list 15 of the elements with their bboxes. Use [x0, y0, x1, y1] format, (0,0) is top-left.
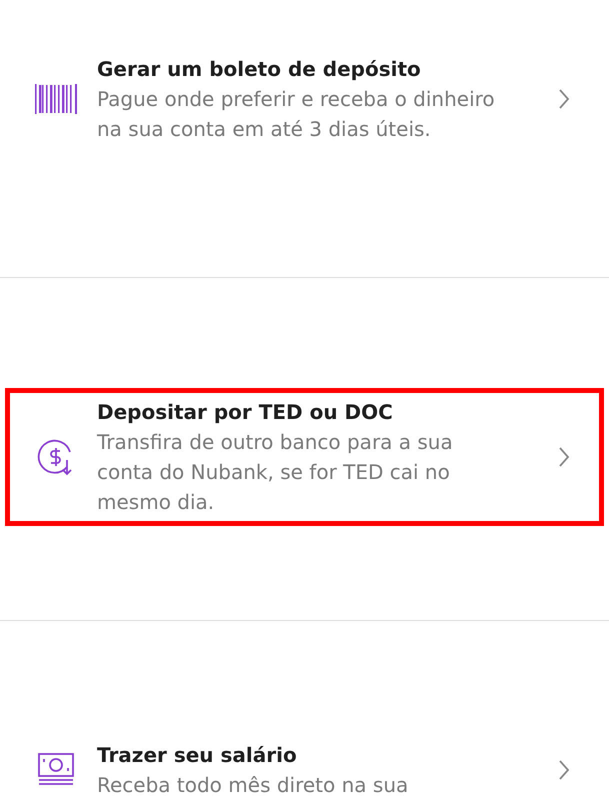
- option-title: Trazer seu salário: [97, 742, 298, 769]
- option-row[interactable]: Trazer seu salário Receba todo mês direto na sua: [5, 731, 604, 809]
- barcode-icon: [34, 84, 76, 114]
- banknote-icon: [38, 753, 74, 787]
- option-description: Receba todo mês direto na sua: [97, 772, 410, 799]
- option-row[interactable]: Depositar por TED ou DOC Transfira de outro banco para a sua conta do Nubank, se for TED cai no mesmo dia.: [5, 388, 604, 526]
- option-description: Pague onde preferir e receba o dinheiro na sua conta em até 3 dias úteis.: [97, 86, 496, 143]
- option-title: Depositar por TED ou DOC: [97, 399, 394, 426]
- chevron-icon: [557, 87, 571, 111]
- dollar-circle-icon: [36, 438, 74, 476]
- chevron-icon: [557, 758, 571, 782]
- option-row[interactable]: Gerar um boleto de depósito Pague onde preferir e receba o dinheiro na sua conta em até 3 dias úteis.: [5, 45, 604, 153]
- option-description: Transfira de outro banco para a sua conta do Nubank, se for TED cai no mesmo dia.: [97, 429, 454, 516]
- chevron-icon: [557, 445, 571, 469]
- option-title: Gerar um boleto de depósito: [97, 56, 422, 83]
